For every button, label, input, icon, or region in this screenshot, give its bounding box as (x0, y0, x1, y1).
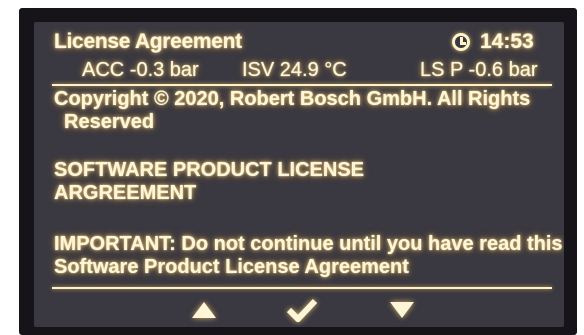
footer-divider (52, 287, 552, 289)
checkmark-icon (286, 298, 318, 322)
confirm-button[interactable] (284, 296, 320, 324)
clock: 14:53 (452, 30, 534, 54)
scroll-up-button[interactable] (186, 296, 222, 324)
important-notice: IMPORTANT: Do not continue until you hav… (54, 233, 563, 278)
copyright-line-1: Copyright © 2020, Robert Bosch GmbH. All… (54, 88, 531, 110)
clock-time: 14:53 (480, 30, 534, 53)
display-screen: License Agreement 14:53 ACC -0.3 bar ISV… (34, 22, 564, 327)
ls-pressure-readout: LS P -0.6 bar (420, 59, 538, 81)
arrow-up-icon (192, 302, 216, 318)
isv-temperature-readout: ISV 24.9 °C (242, 59, 347, 81)
scroll-down-button[interactable] (384, 296, 420, 324)
copyright-line-2: Reserved (64, 111, 155, 133)
page-title: License Agreement (54, 30, 242, 53)
arrow-down-icon (390, 302, 414, 318)
navigation-bar (34, 292, 564, 326)
license-heading: SOFTWARE PRODUCT LICENSE ARGREEMENT (54, 159, 365, 204)
clock-icon (452, 33, 470, 51)
header-divider (52, 84, 552, 86)
acc-pressure-readout: ACC -0.3 bar (82, 59, 199, 81)
copyright-notice: Copyright © 2020, Robert Bosch GmbH. All… (54, 88, 564, 134)
